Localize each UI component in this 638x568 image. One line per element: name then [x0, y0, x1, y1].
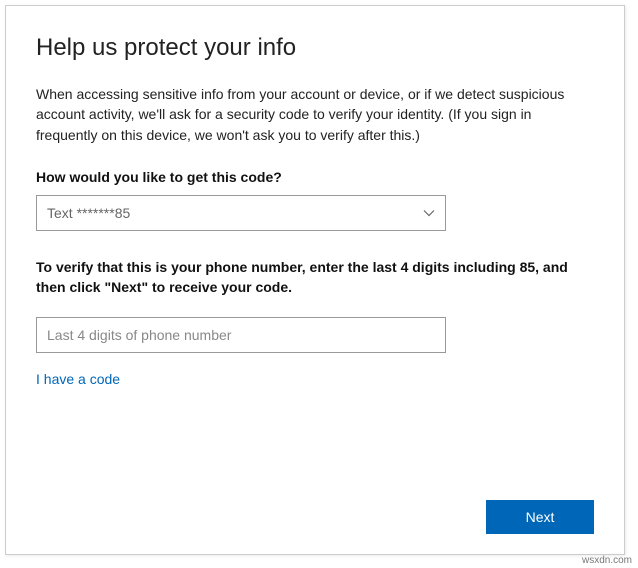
chevron-down-icon — [423, 207, 435, 219]
page-title: Help us protect your info — [36, 34, 594, 62]
intro-text: When accessing sensitive info from your … — [36, 84, 594, 145]
dialog-footer: Next — [486, 500, 594, 534]
method-prompt-label: How would you like to get this code? — [36, 169, 594, 185]
code-method-dropdown[interactable]: Text *******85 — [36, 195, 446, 231]
verify-instruction-text: To verify that this is your phone number… — [36, 257, 594, 298]
code-method-selected-value: Text *******85 — [47, 205, 130, 221]
verify-identity-dialog: Help us protect your info When accessing… — [5, 5, 625, 555]
attribution-text: wsxdn.com — [582, 555, 632, 566]
have-code-link[interactable]: I have a code — [36, 371, 594, 387]
last-4-digits-input[interactable] — [36, 317, 446, 353]
next-button[interactable]: Next — [486, 500, 594, 534]
